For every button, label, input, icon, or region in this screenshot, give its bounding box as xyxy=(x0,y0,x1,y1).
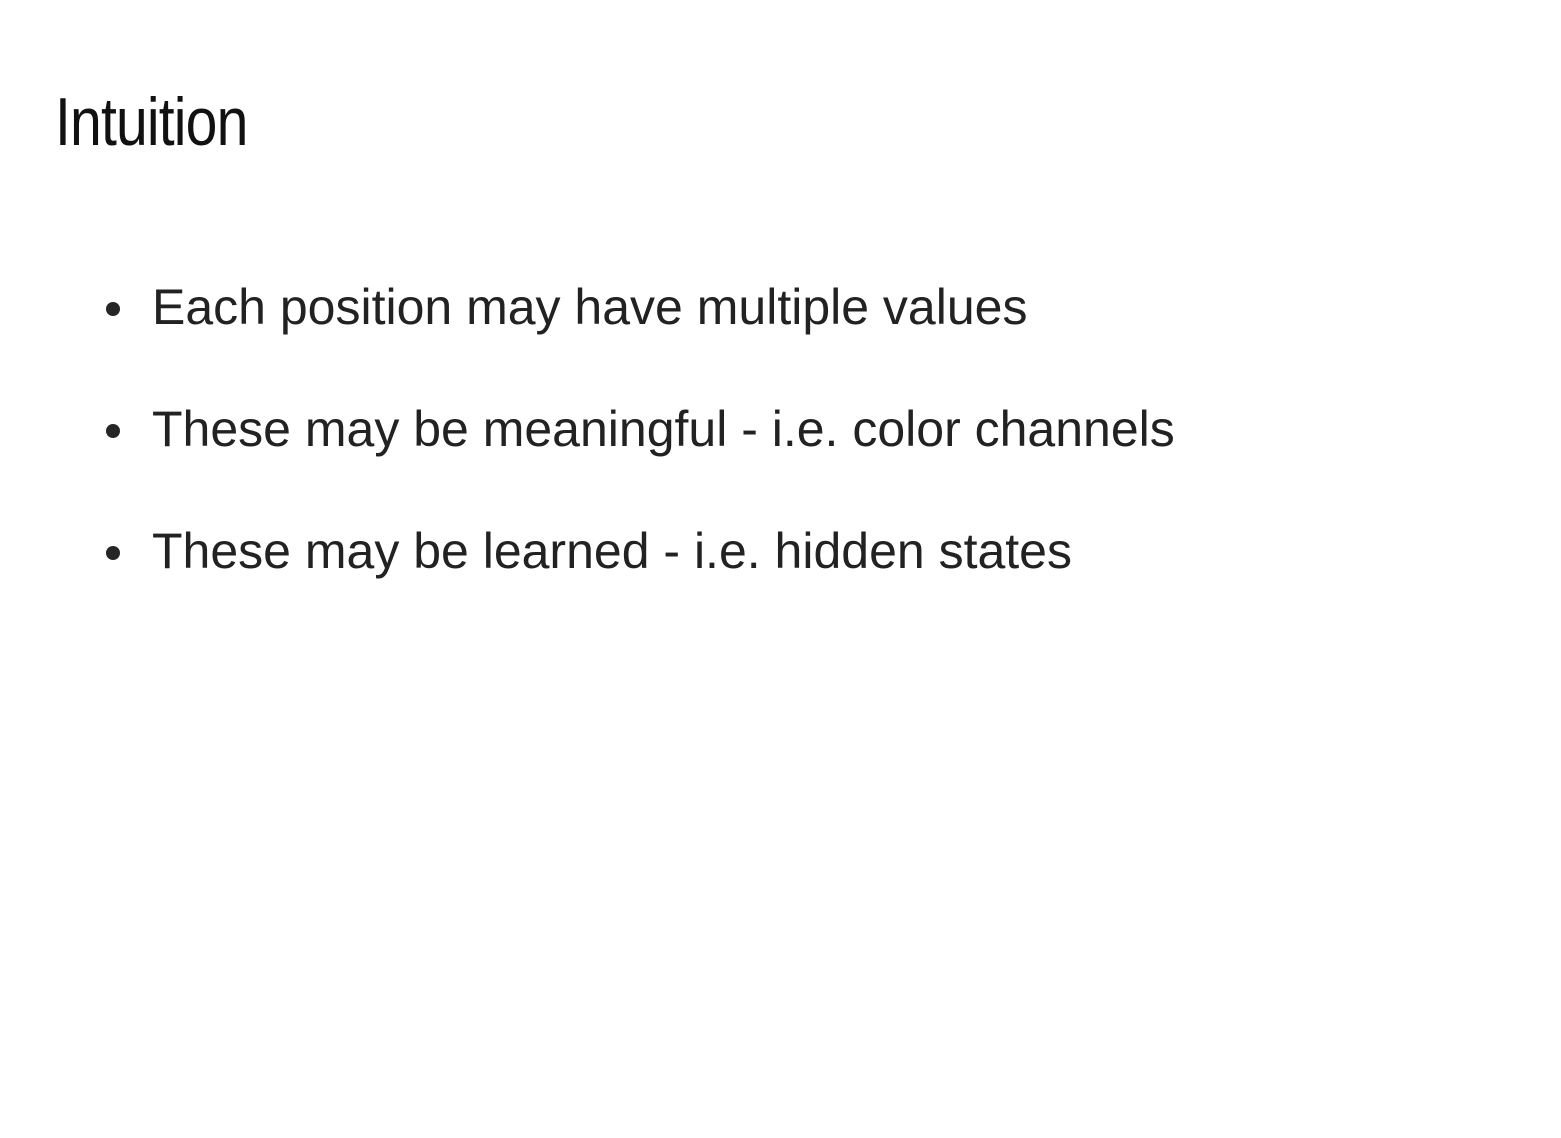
bullet-item: These may be learned - i.e. hidden state… xyxy=(106,518,1175,640)
bullet-text: These may be meaningful - i.e. color cha… xyxy=(152,401,1175,457)
bullet-icon xyxy=(106,546,120,560)
slide: Intuition Each position may have multipl… xyxy=(0,0,1561,1138)
bullet-item: Each position may have multiple values xyxy=(106,274,1175,396)
slide-title: Intuition xyxy=(55,84,248,160)
bullet-text: Each position may have multiple values xyxy=(152,279,1028,335)
bullet-item: These may be meaningful - i.e. color cha… xyxy=(106,396,1175,518)
bullet-list: Each position may have multiple values T… xyxy=(106,274,1175,640)
bullet-icon xyxy=(106,302,120,316)
bullet-text: These may be learned - i.e. hidden state… xyxy=(152,523,1072,579)
bullet-icon xyxy=(106,424,120,438)
